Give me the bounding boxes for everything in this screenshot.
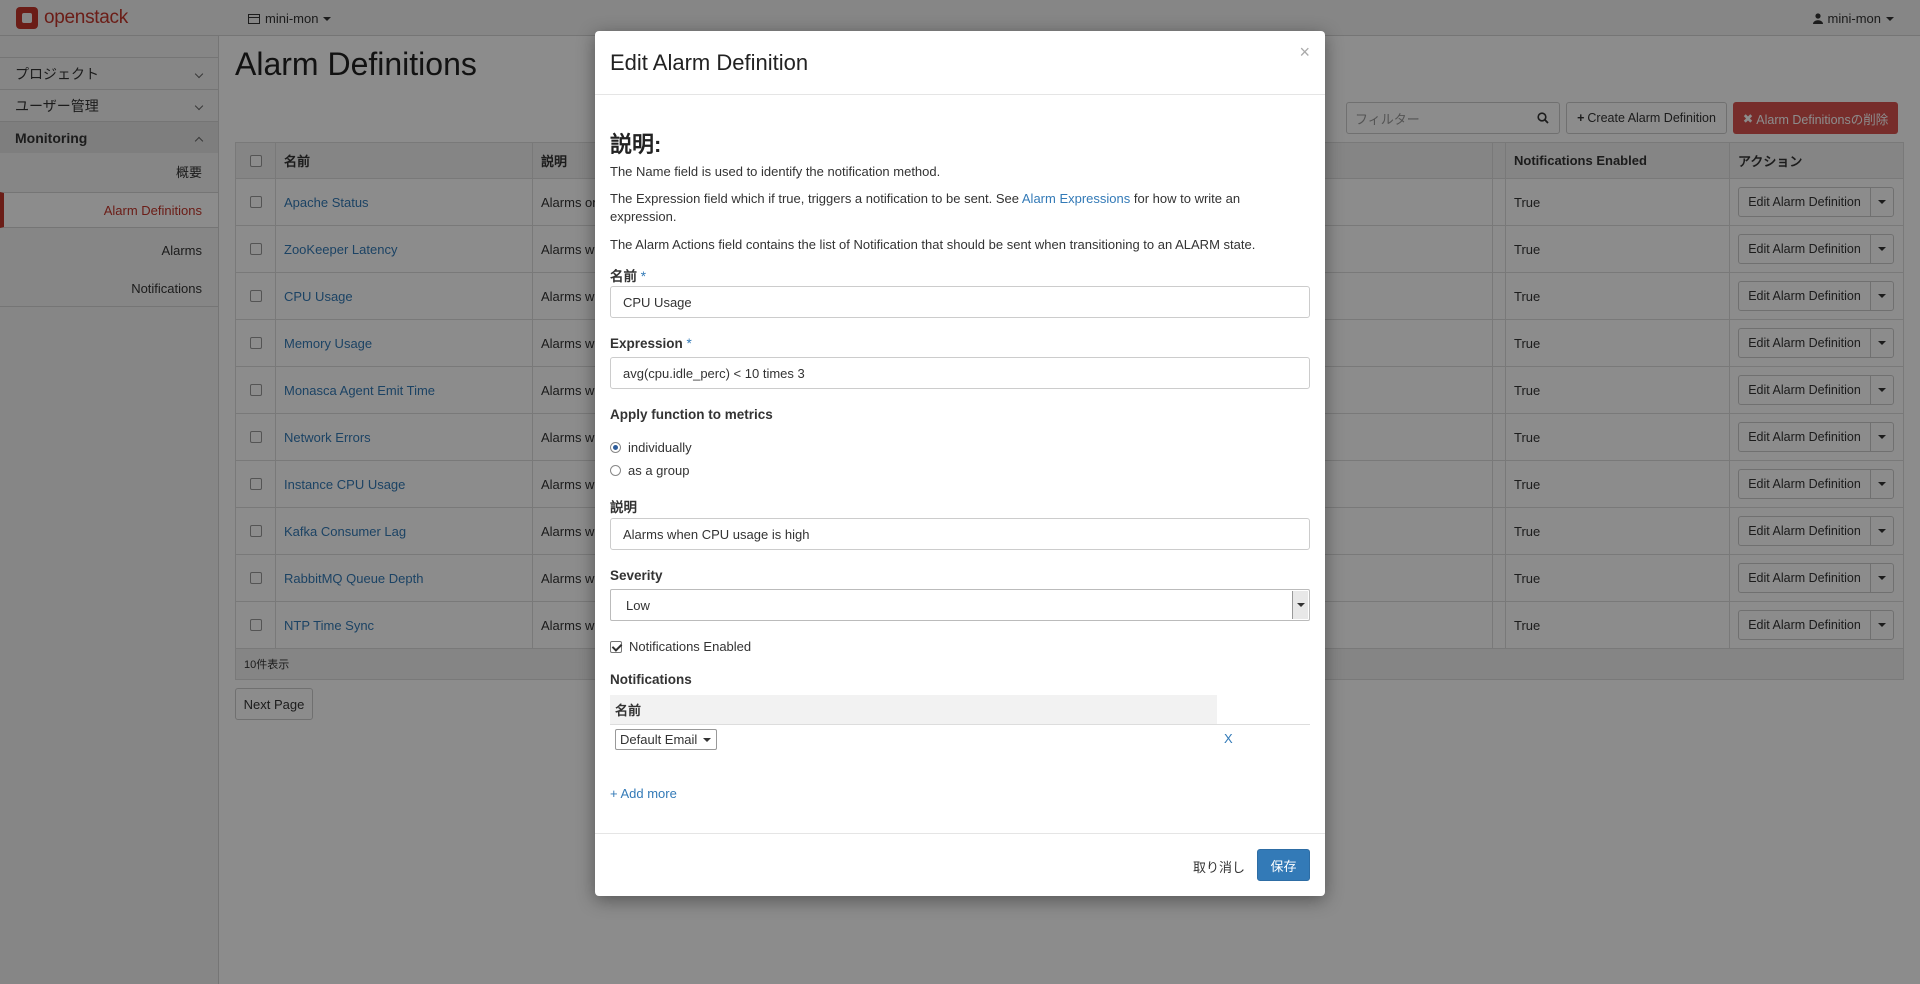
help-title: 説明: (610, 132, 662, 157)
name-input[interactable]: CPU Usage (610, 286, 1310, 318)
name-label-text: 名前 (610, 269, 637, 284)
divider (610, 724, 1310, 725)
description-label: 説明 (610, 500, 637, 515)
notifications-column-name: 名前 (610, 695, 1217, 724)
severity-label: Severity (610, 568, 663, 583)
notification-select-value: Default Email (620, 732, 698, 747)
notifications-enabled-row[interactable]: Notifications Enabled (610, 639, 751, 654)
severity-value: Low (626, 597, 650, 613)
expression-input-value: avg(cpu.idle_perc) < 10 times 3 (623, 365, 805, 381)
edit-alarm-definition-modal: Edit Alarm Definition × 説明: The Name fie… (595, 31, 1325, 896)
expression-input[interactable]: avg(cpu.idle_perc) < 10 times 3 (610, 357, 1310, 389)
description-input-value: Alarms when CPU usage is high (623, 526, 810, 542)
notifications-enabled-label: Notifications Enabled (629, 639, 752, 654)
radio-label: individually (628, 440, 692, 455)
remove-notification-button[interactable]: X (1224, 731, 1233, 746)
required-mark: * (640, 269, 647, 284)
radio-label: as a group (628, 463, 690, 478)
severity-select[interactable]: Low (610, 589, 1310, 621)
expression-label-text: Expression (610, 336, 683, 351)
save-button[interactable]: 保存 (1257, 849, 1310, 881)
name-input-value: CPU Usage (623, 294, 692, 310)
modal-title: Edit Alarm Definition (610, 50, 809, 75)
notifications-enabled-checkbox[interactable] (610, 640, 622, 653)
radio-button[interactable] (610, 465, 621, 476)
alarm-expressions-link[interactable]: Alarm Expressions (1022, 191, 1130, 206)
cancel-button[interactable]: 取り消し (1193, 857, 1245, 876)
dropdown-arrow-icon[interactable] (1292, 591, 1308, 619)
add-more-link[interactable]: + Add more (610, 786, 677, 801)
help-text-expression: The Expression field which if true, trig… (610, 190, 1310, 226)
radio-button[interactable] (610, 442, 621, 453)
name-label: 名前 * (610, 265, 646, 285)
radio-as-group[interactable]: as a group (610, 463, 689, 478)
required-mark: * (686, 336, 692, 351)
notifications-label: Notifications (610, 672, 692, 687)
close-icon[interactable]: × (1299, 42, 1310, 63)
caret-down-icon (703, 738, 711, 742)
help-text-alarm-actions: The Alarm Actions field contains the lis… (610, 237, 1256, 252)
apply-function-label: Apply function to metrics (610, 407, 773, 422)
radio-individually[interactable]: individually (610, 440, 692, 455)
help-text-name: The Name field is used to identify the n… (610, 164, 941, 179)
modal-header: Edit Alarm Definition × (595, 31, 1325, 95)
help-text-expression-pre: The Expression field which if true, trig… (610, 191, 1022, 206)
notification-select[interactable]: Default Email (615, 729, 717, 750)
description-input[interactable]: Alarms when CPU usage is high (610, 518, 1310, 550)
expression-label: Expression * (610, 336, 692, 351)
